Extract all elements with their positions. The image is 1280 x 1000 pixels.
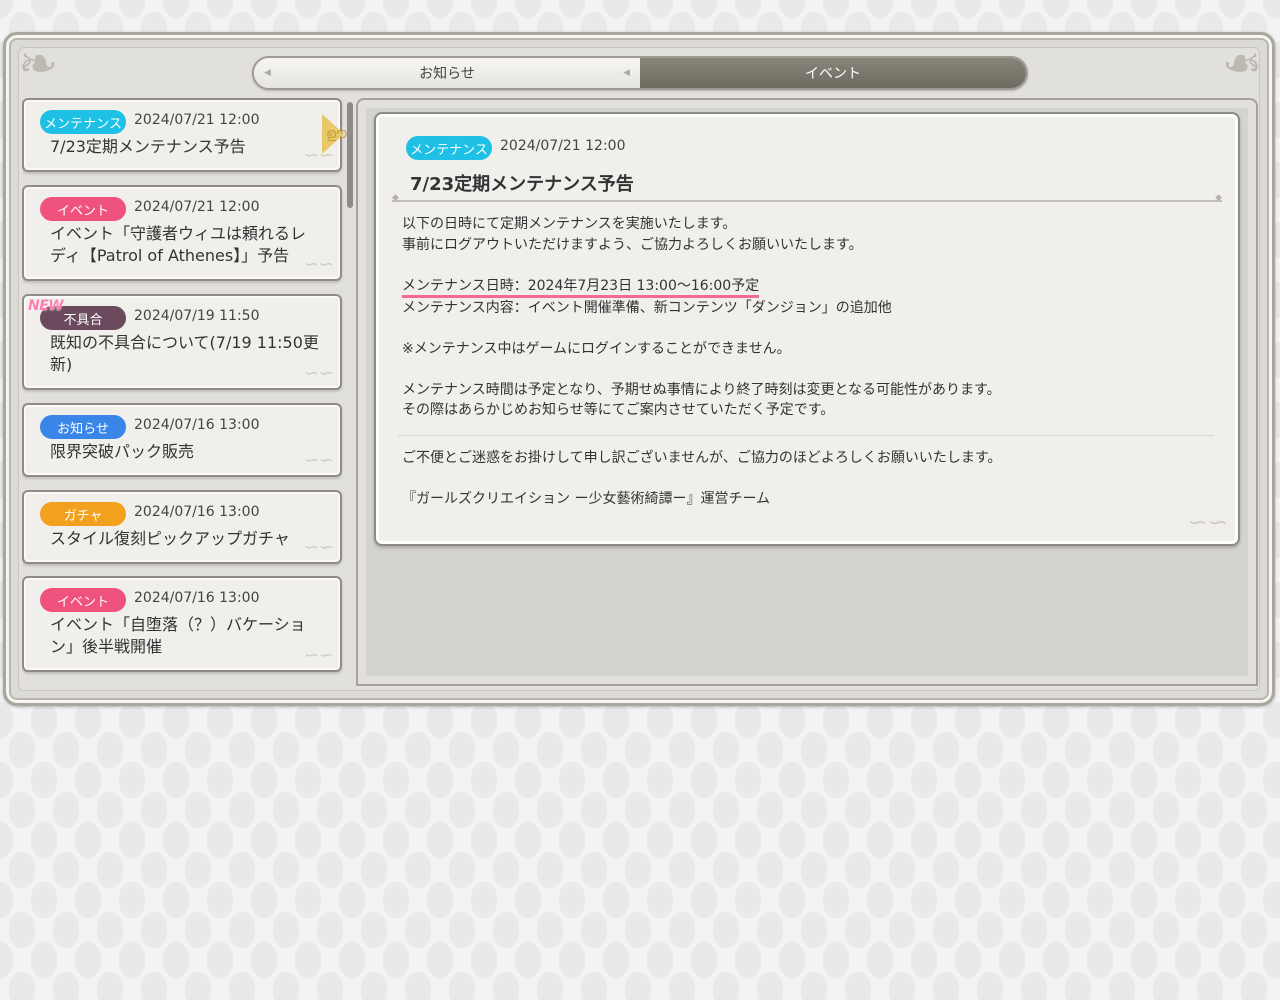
news-date: 2024/07/21 12:00 (134, 112, 260, 128)
swirl-ornament-icon: ∽∽ (303, 254, 334, 275)
body-line: ※メンテナンス中はゲームにログインすることができません。 (402, 340, 791, 357)
body-line: 事前にログアウトいただけますよう、ご協力よろしくお願いいたします。 (402, 236, 863, 253)
swirl-ornament-icon: ∽∽ (303, 363, 334, 384)
tab-left-arrow-icon: ◀ (264, 68, 271, 78)
body-line: メンテナンス内容：イベント開催準備、新コンテンツ「ダンジョン」の追加他 (402, 299, 892, 316)
news-item[interactable]: イベント 2024/07/16 13:00 イベント「自堕落（？）バケーション」… (22, 576, 342, 672)
news-item[interactable]: お知らせ 2024/07/16 13:00 限界突破パック販売 ∽∽ (22, 403, 342, 477)
detail-title: 7/23定期メンテナンス予告 (410, 174, 634, 195)
news-date: 2024/07/21 12:00 (134, 199, 260, 215)
body-divider (398, 434, 1214, 436)
news-item[interactable]: イベント 2024/07/21 12:00 イベント「守護者ウィユは頼れるレディ… (22, 185, 342, 281)
category-badge: イベント (40, 197, 126, 221)
tab-notice-label: お知らせ (419, 66, 475, 82)
news-item[interactable]: 不具合 NEW 2024/07/19 11:50 既知の不具合について(7/19… (22, 294, 342, 390)
news-title: 7/23定期メンテナンス予告 (50, 137, 246, 156)
swirl-ornament-icon: ∽∽ (1187, 508, 1228, 536)
news-title: イベント「自堕落（？）バケーション」後半戦開催 (50, 615, 306, 656)
news-title: スタイル復刻ピックアップガチャ (50, 529, 290, 548)
news-date: 2024/07/19 11:50 (134, 308, 260, 324)
category-badge: ガチャ (40, 502, 126, 526)
body-line: その際はあらかじめお知らせ等にてご案内させていただく予定です。 (402, 402, 835, 418)
category-badge: お知らせ (40, 415, 126, 439)
body-signature: 『ガールズクリエイション ー少女藝術綺譚ー』運営チーム (402, 490, 771, 507)
news-item[interactable]: ガチャ 2024/07/16 13:00 スタイル復刻ピックアップガチャ ∽∽ (22, 490, 342, 564)
news-title: 限界突破パック販売 (50, 442, 195, 461)
tab-right-arrow-icon: ◀ (623, 68, 630, 78)
news-item[interactable]: メンテナンス 2024/07/21 12:00 7/23定期メンテナンス予告 ∽… (22, 98, 342, 172)
category-badge: イベント (40, 588, 126, 612)
selected-indicator-swirl-icon: ഊ (326, 126, 347, 142)
body-apology: ご不便とご迷惑をお掛けして申し訳ございませんが、ご協力のほどよろしくお願いいたし… (402, 449, 1002, 466)
tab-bar: ◀ お知らせ ◀ イベント (252, 56, 1028, 90)
news-list-scroll-thumb[interactable] (347, 102, 353, 208)
ornament-corner-right-icon: ❧ (1221, 36, 1262, 92)
news-title: イベント「守護者ウィユは頼れるレディ【Patrol of Athenes】」予告 (50, 224, 307, 265)
news-date: 2024/07/16 13:00 (134, 504, 260, 520)
swirl-ornament-icon: ∽∽ (303, 537, 334, 558)
tab-notice[interactable]: ◀ お知らせ ◀ (254, 58, 640, 88)
detail-category-badge: メンテナンス (406, 136, 492, 160)
detail-date: 2024/07/21 12:00 (500, 138, 626, 154)
news-date: 2024/07/16 13:00 (134, 590, 260, 606)
swirl-ornament-icon: ∽∽ (303, 645, 334, 666)
category-badge: メンテナンス (40, 110, 126, 134)
news-list: メンテナンス 2024/07/21 12:00 7/23定期メンテナンス予告 ∽… (22, 98, 344, 688)
body-line: メンテナンス時間は予定となり、予期せぬ事情により終了時刻は変更となる可能性があり… (402, 381, 1001, 398)
detail-card: メンテナンス 2024/07/21 12:00 7/23定期メンテナンス予告 以… (374, 112, 1240, 546)
news-title: 既知の不具合について(7/19 11:50更新) (50, 333, 319, 374)
new-tag: NEW (28, 298, 64, 314)
body-line: 以下の日時にて定期メンテナンスを実施いたします。 (402, 216, 737, 232)
title-divider (392, 193, 1222, 203)
news-date: 2024/07/16 13:00 (134, 417, 260, 433)
detail-body: 以下の日時にて定期メンテナンスを実施いたします。 事前にログアウトいただけますよ… (398, 214, 1214, 509)
tab-event[interactable]: イベント (640, 58, 1026, 88)
maintenance-schedule-highlight: メンテナンス日時：2024年7月23日 13:00～16:00予定 (402, 277, 760, 298)
ornament-corner-left-icon: ❧ (18, 36, 59, 92)
tab-event-label: イベント (805, 66, 861, 82)
swirl-ornament-icon: ∽∽ (303, 450, 334, 471)
